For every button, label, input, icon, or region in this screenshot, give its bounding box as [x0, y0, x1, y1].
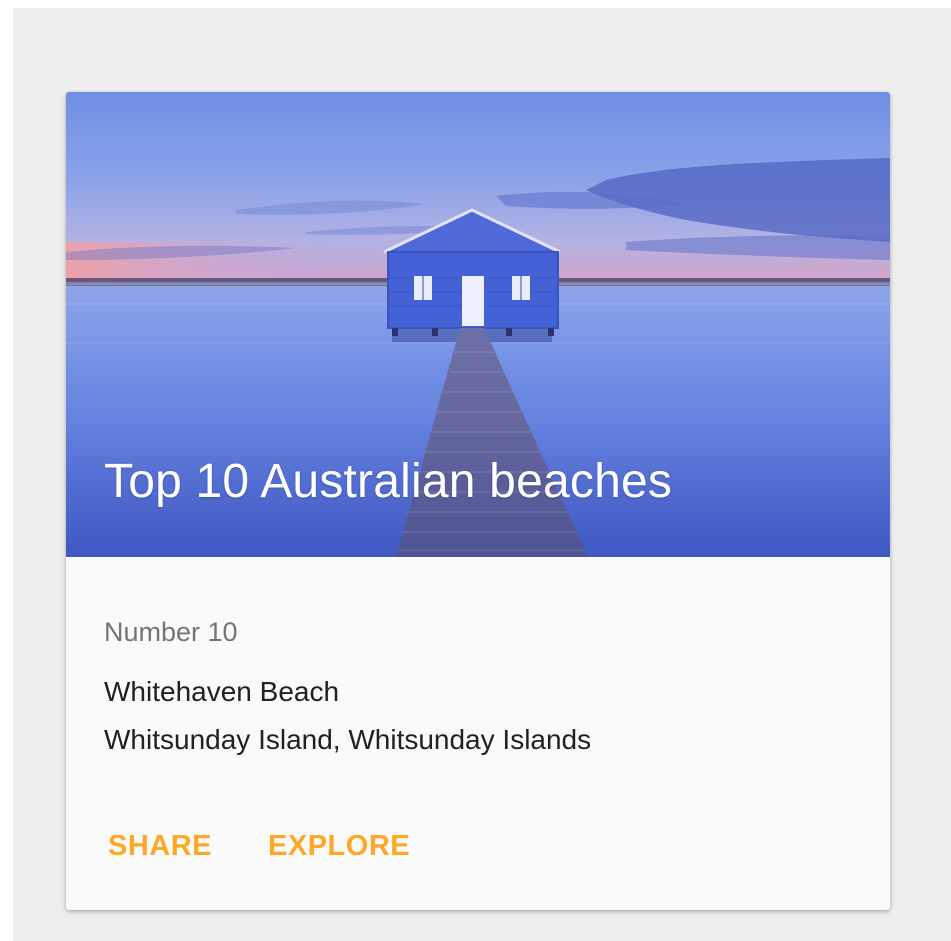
share-button[interactable]: SHARE: [96, 822, 224, 871]
beach-location: Whitsunday Island, Whitsunday Islands: [104, 724, 592, 755]
explore-button[interactable]: EXPLORE: [256, 822, 422, 871]
beach-name: Whitehaven Beach: [104, 676, 340, 707]
card-actions: SHARE EXPLORE: [96, 822, 454, 871]
card-supporting-text: Number 10 Whitehaven Beach Whitsunday Is…: [104, 612, 591, 764]
card-media: Top 10 Australian beaches: [66, 92, 890, 557]
card-title: Top 10 Australian beaches: [104, 455, 673, 508]
beach-card: Top 10 Australian beaches Number 10 Whit…: [66, 92, 890, 910]
card-subhead: Number 10: [104, 617, 238, 647]
